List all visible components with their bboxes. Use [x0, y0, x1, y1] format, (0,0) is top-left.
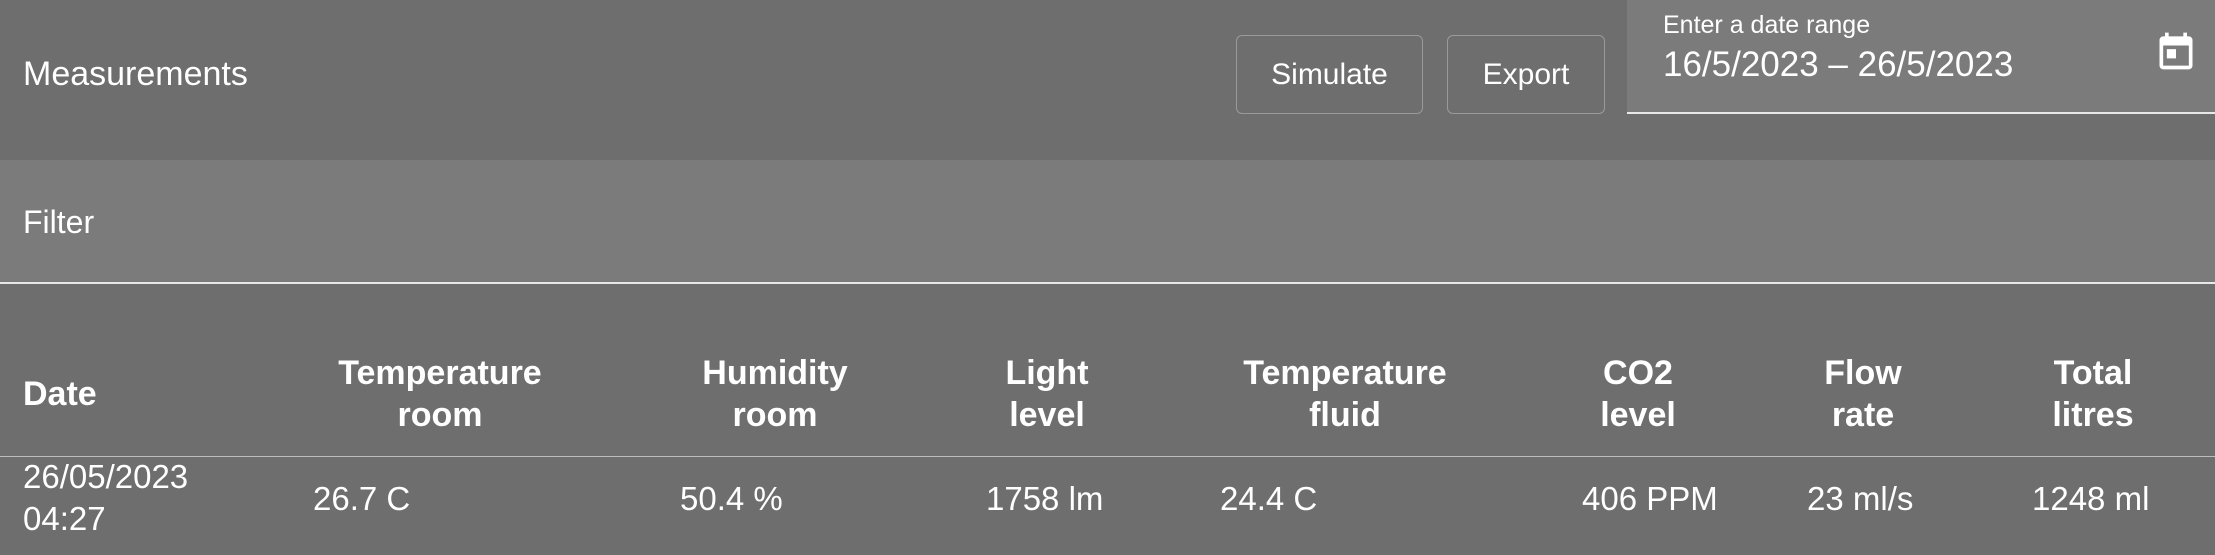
- column-header-temperature-fluid[interactable]: Temperature fluid: [1235, 352, 1455, 436]
- measurements-table: Date Temperature room Humidity room Ligh…: [0, 284, 2215, 555]
- cell-date-time: 04:27: [23, 500, 106, 537]
- simulate-button[interactable]: Simulate: [1236, 35, 1423, 114]
- page-title: Measurements: [23, 55, 248, 93]
- column-header-temperature-room[interactable]: Temperature room: [330, 352, 550, 436]
- column-header-label: fluid: [1309, 396, 1381, 434]
- column-header-co2-level[interactable]: CO2 level: [1578, 352, 1698, 436]
- column-header-label: Total: [2053, 354, 2133, 392]
- cell-humidity-room: 50.4 %: [680, 480, 783, 517]
- cell-temperature-room: 26.7 C: [313, 480, 411, 517]
- toolbar: Measurements Simulate Export Enter a dat…: [0, 0, 2215, 160]
- column-header-label: room: [732, 396, 818, 434]
- column-header-total-litres[interactable]: Total litres: [2033, 352, 2153, 436]
- column-header-label: level: [1600, 396, 1676, 434]
- column-header-label: rate: [1831, 396, 1895, 434]
- cell-flow-rate: 23 ml/s: [1807, 480, 1914, 517]
- column-header-label: level: [1009, 396, 1085, 434]
- filter-label: Filter: [23, 204, 95, 240]
- cell-total-litres: 1248 ml: [2032, 480, 2150, 517]
- filter-panel[interactable]: Filter: [0, 160, 2215, 284]
- cell-date: 26/05/2023 04:27: [23, 456, 188, 540]
- date-range-field[interactable]: Enter a date range 16/5/2023 – 26/5/2023: [1627, 0, 2215, 114]
- date-range-label: Enter a date range: [1663, 11, 1871, 39]
- cell-co2-level: 406 PPM: [1582, 480, 1718, 517]
- column-header-date[interactable]: Date: [23, 373, 97, 415]
- calendar-icon[interactable]: [2154, 28, 2198, 74]
- column-header-light-level[interactable]: Light level: [987, 352, 1107, 436]
- column-header-label: Temperature: [338, 354, 542, 392]
- column-header-humidity-room[interactable]: Humidity room: [690, 352, 860, 436]
- cell-date-day: 26/05/2023: [23, 458, 189, 495]
- cell-light-level: 1758 lm: [986, 480, 1104, 517]
- export-button[interactable]: Export: [1447, 35, 1605, 114]
- table-header: Date Temperature room Humidity room Ligh…: [0, 284, 2215, 457]
- column-header-label: Flow: [1824, 354, 1902, 392]
- column-header-flow-rate[interactable]: Flow rate: [1803, 352, 1923, 436]
- date-range-input[interactable]: 16/5/2023 – 26/5/2023: [1663, 45, 2013, 85]
- column-header-label: Temperature: [1243, 354, 1447, 392]
- column-header-label: litres: [2052, 396, 2134, 434]
- column-header-label: Light: [1005, 354, 1089, 392]
- column-header-label: room: [397, 396, 483, 434]
- column-header-label: Humidity: [702, 354, 848, 392]
- column-header-label: CO2: [1603, 354, 1673, 392]
- cell-temperature-fluid: 24.4 C: [1220, 480, 1318, 517]
- column-header-label: Date: [23, 375, 97, 413]
